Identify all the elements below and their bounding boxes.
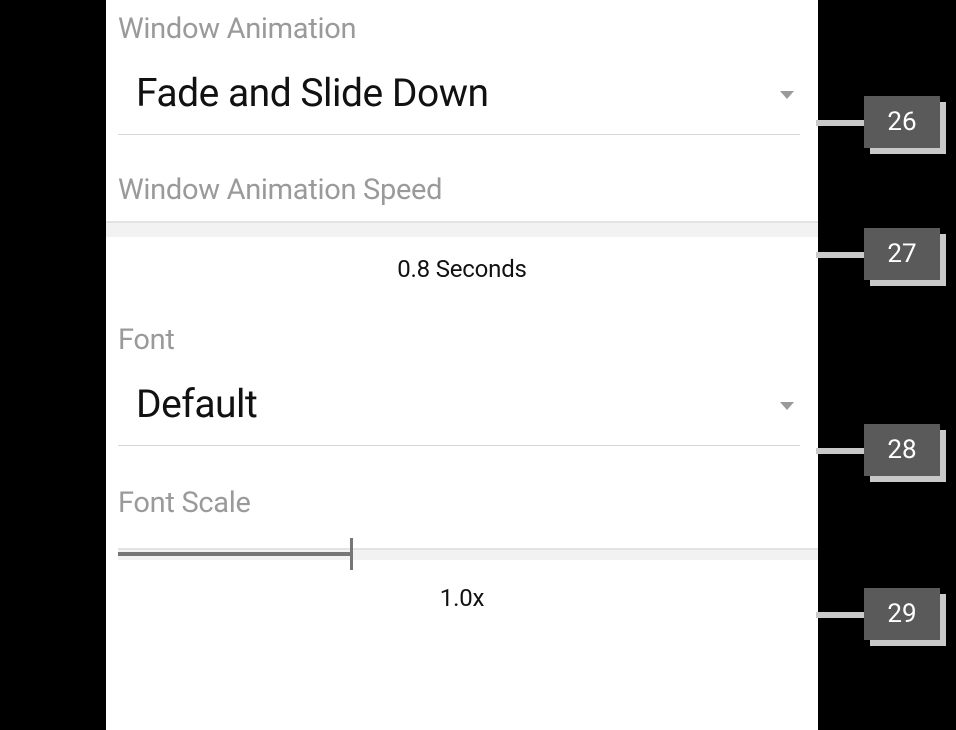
window-animation-speed-label: Window Animation Speed	[106, 173, 818, 207]
window-animation-value: Fade and Slide Down	[136, 70, 489, 116]
marker-connector	[816, 120, 864, 126]
window-animation-speed-value: 0.8 Seconds	[106, 255, 818, 283]
marker-badge: 28	[864, 424, 940, 476]
marker-connector	[816, 612, 864, 618]
font-value: Default	[136, 381, 257, 427]
font-dropdown[interactable]: Default	[118, 381, 800, 446]
marker-badge: 29	[864, 588, 940, 640]
callout-marker-28: 28	[864, 424, 956, 482]
callout-marker-29: 29	[864, 588, 956, 646]
window-animation-speed-field: Window Animation Speed 0.8 Seconds	[106, 173, 818, 283]
marker-badge: 26	[864, 96, 940, 148]
font-field: Font Default	[106, 323, 818, 446]
chevron-down-icon	[780, 395, 794, 414]
settings-panel: Window Animation Fade and Slide Down Win…	[106, 0, 818, 730]
chevron-down-icon	[780, 84, 794, 103]
window-animation-field: Window Animation Fade and Slide Down	[106, 12, 818, 135]
marker-connector	[816, 252, 864, 258]
slider-thumb[interactable]	[350, 538, 353, 570]
slider-fill	[118, 552, 350, 556]
window-animation-dropdown[interactable]: Fade and Slide Down	[118, 70, 800, 135]
callout-marker-27: 27	[864, 228, 956, 286]
font-label: Font	[106, 323, 818, 357]
marker-connector	[816, 448, 864, 454]
callout-marker-26: 26	[864, 96, 956, 154]
font-scale-slider[interactable]	[106, 538, 818, 570]
font-scale-value: 1.0x	[106, 584, 818, 612]
window-animation-speed-slider[interactable]	[106, 221, 818, 237]
window-animation-label: Window Animation	[106, 12, 818, 46]
marker-badge: 27	[864, 228, 940, 280]
font-scale-label: Font Scale	[106, 486, 818, 520]
font-scale-field: Font Scale 1.0x	[106, 486, 818, 612]
